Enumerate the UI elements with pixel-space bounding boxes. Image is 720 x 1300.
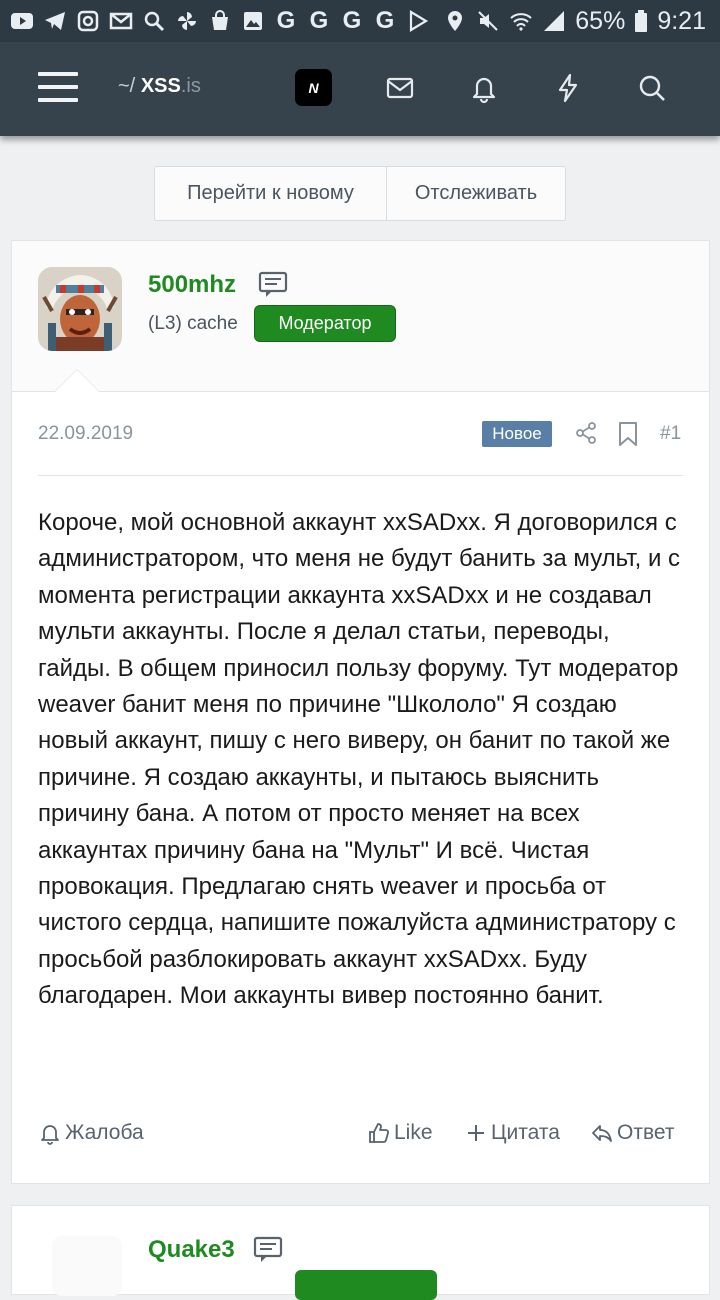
quote-button[interactable]: Цитата [464, 1121, 560, 1145]
youtube-icon [10, 9, 34, 33]
bell-icon [41, 1125, 59, 1145]
search-icon[interactable] [636, 72, 668, 104]
hamburger-line [38, 98, 78, 102]
bag-icon [208, 9, 232, 33]
search-icon [142, 9, 166, 33]
like-label: Like [394, 1121, 433, 1144]
pinwheel-icon [175, 9, 199, 33]
mail-icon [109, 9, 133, 33]
go-to-new-button[interactable]: Перейти к новому [155, 167, 387, 220]
post-number[interactable]: #1 [660, 423, 681, 445]
next-post-card: Quake3 [11, 1205, 710, 1300]
post-body: Короче, мой основной аккаунт xxSADxx. Я … [38, 509, 681, 1010]
post-actions: Жалоба Like Цитата Ответ [12, 1121, 709, 1151]
bell-icon[interactable] [468, 72, 500, 104]
divider [38, 475, 683, 476]
reply-label: Ответ [617, 1121, 675, 1144]
user-title: (L3) cache [148, 313, 238, 334]
g-letter-4: G [375, 7, 395, 34]
quote-label: Цитата [491, 1121, 560, 1144]
logo-name: XSS [140, 75, 181, 97]
post-card: 500mhz (L3) cache Модератор 22.09.2019 Н… [11, 240, 710, 1184]
new-badge: Новое [482, 421, 552, 447]
g-letter-1: G [276, 7, 296, 34]
reply-icon [592, 1125, 612, 1142]
post-date[interactable]: 22.09.2019 [38, 423, 133, 445]
mute-icon [476, 9, 500, 33]
watch-button[interactable]: Отслеживать [387, 167, 565, 220]
moderator-badge: Модератор [254, 305, 396, 342]
hamburger-line [38, 85, 78, 89]
telegram-icon [43, 9, 67, 33]
message-icon[interactable] [253, 1236, 283, 1264]
wifi-icon [509, 9, 533, 33]
message-icon[interactable] [258, 271, 288, 299]
avatar[interactable] [52, 1236, 122, 1296]
inbox-icon[interactable] [384, 72, 416, 104]
logo-tld: .is [180, 75, 201, 97]
header-pointer [54, 369, 100, 392]
instagram-icon [76, 9, 100, 33]
logo-prefix: ~/ [118, 75, 136, 97]
location-icon [443, 9, 467, 33]
menu-button[interactable] [38, 70, 78, 104]
play-store-icon [406, 9, 430, 33]
battery-icon [634, 9, 648, 33]
app-header: ~/ XSS.is N [0, 42, 720, 136]
lightning-icon[interactable] [552, 72, 584, 104]
thumbs-up-icon [369, 1123, 390, 1143]
like-button[interactable]: Like [367, 1121, 433, 1145]
n-label: N [308, 79, 319, 96]
signal-icon [542, 9, 566, 33]
site-logo[interactable]: ~/ XSS.is [118, 75, 201, 98]
plus-icon [468, 1125, 484, 1141]
avatar[interactable] [38, 267, 122, 351]
post-user-header: 500mhz (L3) cache Модератор [12, 241, 709, 392]
gallery-icon [241, 9, 265, 33]
g-letter-3: G [342, 7, 362, 34]
g-letter-2: G [309, 7, 329, 34]
system-icons: 65% 9:21 [443, 7, 706, 36]
clock: 9:21 [657, 6, 706, 35]
battery-percent: 65% [575, 6, 626, 35]
post-author-name[interactable]: Quake3 [148, 1236, 235, 1264]
hamburger-line [38, 72, 78, 76]
thread-actions: Перейти к новому Отслеживать [154, 166, 566, 221]
bookmark-icon[interactable] [618, 421, 638, 447]
reply-button[interactable]: Ответ [590, 1121, 674, 1145]
report-button[interactable]: Жалоба [38, 1121, 144, 1145]
report-label: Жалоба [65, 1121, 144, 1144]
share-icon[interactable] [574, 421, 598, 445]
notification-icons: G G G G [10, 7, 430, 35]
post-author-name[interactable]: 500mhz [148, 271, 236, 299]
role-badge [295, 1270, 437, 1300]
status-bar: G G G G 65% 9:21 [0, 0, 720, 42]
n-extension-button[interactable]: N [295, 69, 332, 106]
